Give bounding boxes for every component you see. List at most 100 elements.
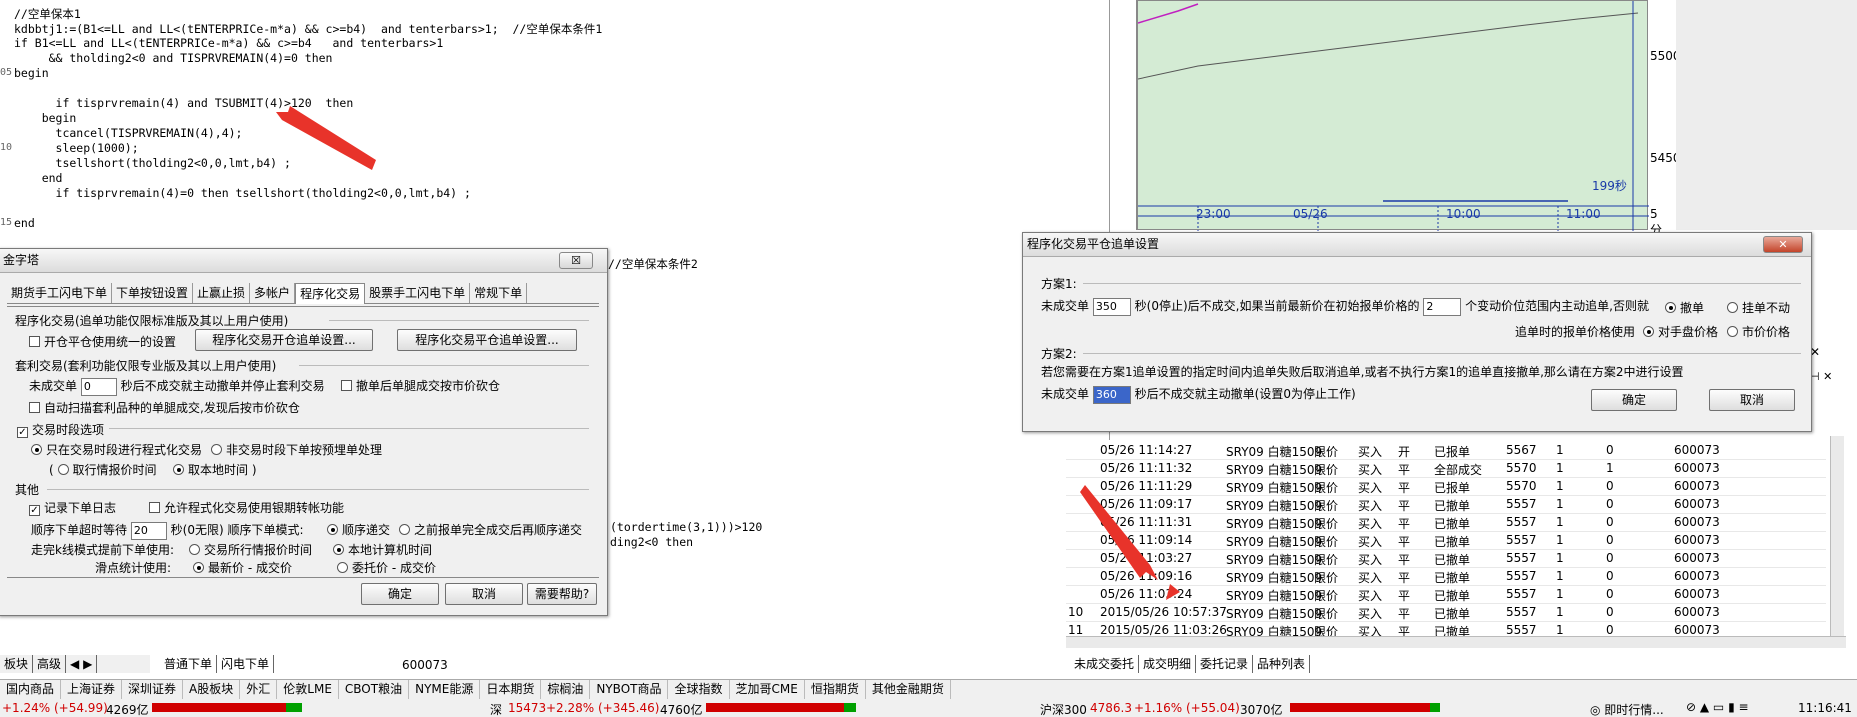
table-row[interactable]: 05/26 11:14:27 SRY09 白糖1509 限价 买入 开 已报单 5567 1 0… (1066, 442, 1826, 460)
cancel-button[interactable]: 取消 (445, 583, 523, 605)
open-chase-settings-button[interactable]: 程序化交易开仓追单设置... (195, 329, 373, 351)
market-tab[interactable]: 棕榈油 (541, 680, 591, 699)
table-row[interactable]: 05/26 11:11:29 SRY09 白糖1509 限价 买入 平 已报单 5570 1 0… (1066, 478, 1826, 496)
plan2-seconds-input[interactable]: 360 (1092, 385, 1131, 404)
order-minus-fill-radio[interactable]: 委托价 - 成交价 (337, 559, 436, 576)
settings-tab[interactable]: 程序化交易 (295, 283, 366, 304)
table-row[interactable]: 05/26 11:09:14 SRY09 白糖1509 限价 买入 平 已撤单 5557 1 0… (1066, 532, 1826, 550)
close-button[interactable]: ☒ (559, 252, 593, 269)
table-row[interactable]: 05/26 11:03:27 SRY09 白糖1509 限价 买入 平 已撤单 5557 1 0… (1066, 550, 1826, 568)
code-line[interactable]: end (14, 171, 63, 185)
ok-button[interactable]: 确定 (361, 583, 439, 605)
code-line[interactable]: end (14, 216, 35, 230)
cell-time: 05/26 11:11:31 (1100, 515, 1193, 529)
table-vertical-scrollbar[interactable] (1830, 436, 1844, 636)
market-tab[interactable]: NYBOT商品 (590, 680, 669, 699)
plan1-ticks-input[interactable]: 2 (1423, 297, 1462, 316)
close-chase-dialog: 程序化交易平仓追单设置 ✕ 方案1: 未成交单 350 秒(0停止)后不成交,如… (1022, 232, 1812, 432)
tab-sector[interactable]: 板块 (0, 655, 34, 673)
market-tab[interactable]: 伦敦LME (277, 680, 339, 699)
code-line[interactable]: if B1<=LL and LL<(tENTERPRICe-m*a) && c>… (14, 36, 443, 50)
market-tab[interactable]: NYME能源 (409, 680, 481, 699)
tab-flash-order[interactable]: 闪电下单 (217, 655, 275, 673)
non-session-radio[interactable]: 非交易时段下单按预埋单处理 (211, 441, 382, 458)
after-fill-submit-radio[interactable]: 之前报单完全成交后再顺序递交 (399, 521, 582, 538)
code-line[interactable]: if tisprvremain(4)=0 then tsellshort(tho… (14, 186, 471, 200)
single-leg-cut-checkbox[interactable]: 撤单后单腿成交按市价砍仓 (341, 377, 500, 394)
market-tab[interactable]: 其他金融期货 (866, 680, 951, 699)
code-line[interactable]: begin (14, 66, 49, 80)
session-only-radio[interactable]: 只在交易时段进行程式化交易 (31, 441, 202, 458)
bank-transfer-checkbox[interactable]: 允许程式化交易使用银期转帐功能 (149, 499, 344, 516)
market-tab[interactable]: 上海证券 (61, 680, 123, 699)
market-tab[interactable]: A股板块 (183, 680, 241, 699)
plan1-seconds-input[interactable]: 350 (1092, 297, 1131, 316)
code-line[interactable]: tcancel(TISPRVREMAIN(4),4); (14, 126, 243, 140)
table-row[interactable]: 05/26 11:03:24 SRY09 白糖1509 限价 买入 平 已撤单 5557 1 0… (1066, 586, 1826, 604)
code-line[interactable]: begin (14, 111, 77, 125)
market-tab[interactable]: 芝加哥CME (730, 680, 805, 699)
timeout-input[interactable]: 20 (130, 521, 167, 540)
table-row[interactable]: 05/26 11:11:31 SRY09 白糖1509 限价 买入 平 已撤单 5557 1 0… (1066, 514, 1826, 532)
table-row[interactable]: 10 2015/05/26 10:57:37 SRY09 白糖1509 限价 买入平已撤… (1066, 604, 1826, 622)
tab-advanced[interactable]: 高级 (33, 655, 67, 673)
settings-tab[interactable]: 常规下单 (470, 283, 528, 303)
last-minus-fill-radio[interactable]: 最新价 - 成交价 (193, 559, 292, 576)
code-line[interactable]: sleep(1000); (14, 141, 139, 155)
table-horizontal-scrollbar[interactable] (1066, 636, 1846, 648)
code-line[interactable]: if tisprvremain(4) and TSUBMIT(4)>120 th… (14, 96, 354, 110)
code-line[interactable]: kdbbtj1:=(B1<=LL and LL<(tENTERPRICe-m*a… (14, 21, 602, 37)
code-line[interactable]: //空单保本1 (14, 6, 81, 22)
code-line[interactable]: tsellshort(tholding2<0,0,lmt,b4) ; (14, 156, 291, 170)
close-chase-settings-button[interactable]: 程序化交易平仓追单设置... (397, 329, 577, 351)
settings-tab[interactable]: 期货手工闪电下单 (7, 283, 113, 303)
settings-tab[interactable]: 多帐户 (250, 283, 296, 303)
order-view-tab[interactable]: 委托记录 (1196, 655, 1254, 673)
market-tab[interactable]: 国内商品 (0, 680, 62, 699)
order-view-tab[interactable]: 成交明细 (1139, 655, 1197, 673)
table-row[interactable]: 05/26 11:11:32 SRY09 白糖1509 限价 买入 平 全部成交 5570 1… (1066, 460, 1826, 478)
price-chart[interactable]: 5500 5450 23:00 05/26 10:00 11:00 199秒 5… (1136, 0, 1681, 237)
local-computer-time-radio[interactable]: 本地计算机时间 (333, 541, 432, 558)
code-fragment[interactable]: (tordertime(3,1)))>120 (610, 520, 762, 534)
trading-session-checkbox[interactable]: ✓ 交易时段选项 (17, 421, 104, 438)
quote-time-radio[interactable]: ( 取行情报价时间 (49, 461, 157, 478)
cancel-button[interactable]: 取消 (1709, 389, 1795, 411)
settings-tab[interactable]: 止赢止损 (193, 283, 251, 303)
settings-tab[interactable]: 股票手工闪电下单 (365, 283, 471, 303)
code-fragment[interactable]: ding2<0 then (610, 535, 693, 549)
tab-normal-order[interactable]: 普通下单 (160, 655, 218, 673)
unified-setting-checkbox[interactable]: 开仓平仓使用统一的设置 (29, 333, 176, 350)
close-button[interactable]: ✕ (1763, 236, 1803, 253)
exchange-time-radio[interactable]: 交易所行情报价时间 (189, 541, 312, 558)
table-row[interactable]: 05/26 11:09:16 SRY09 白糖1509 限价 买入 平 已撤单 5557 1 0… (1066, 568, 1826, 586)
cancel-order-radio[interactable]: 撤单 (1665, 299, 1704, 316)
market-tab[interactable]: 深圳证券 (122, 680, 184, 699)
market-tab[interactable]: 日本期货 (480, 680, 542, 699)
cell-time: 05/26 11:09:14 (1100, 533, 1193, 547)
local-time-radio[interactable]: 取本地时间 ) (173, 461, 257, 478)
counter-price-radio[interactable]: 对手盘价格 (1643, 323, 1718, 340)
auto-scan-checkbox[interactable]: 自动扫描套利品种的单腿成交,发现后按市价砍仓 (29, 399, 300, 416)
pin-icon[interactable]: ⊣ ✕ (1810, 370, 1832, 383)
arb-seconds-input[interactable]: 0 (80, 377, 117, 396)
tray-icons[interactable]: ⊘ ▲ ▭ ▮ ≡ (1686, 700, 1749, 714)
ok-button[interactable]: 确定 (1591, 389, 1677, 411)
code-line[interactable]: && tholding2<0 and TISPRVREMAIN(4)=0 the… (14, 51, 333, 65)
log-orders-checkbox[interactable]: ✓ 记录下单日志 (29, 499, 116, 516)
settings-tab[interactable]: 下单按钮设置 (112, 283, 194, 303)
order-view-tab[interactable]: 未成交委托 (1070, 655, 1140, 673)
table-row[interactable]: 05/26 11:09:17 SRY09 白糖1509 限价 买入 平 已撤单 5557 1 0… (1066, 496, 1826, 514)
code-fragment[interactable]: //空单保本条件2 (608, 256, 698, 272)
tab-scroll-arrows[interactable]: ◀ ▶ (66, 655, 98, 673)
help-button[interactable]: 需要帮助? (527, 583, 597, 605)
market-tab[interactable]: 恒指期货 (805, 680, 866, 699)
realtime-quote-link[interactable]: ◎ 即时行情... (1590, 701, 1664, 717)
order-view-tab[interactable]: 品种列表 (1253, 655, 1311, 673)
sequential-submit-radio[interactable]: 顺序递交 (327, 521, 390, 538)
market-price-radio[interactable]: 市价价格 (1727, 323, 1790, 340)
market-tab[interactable]: 外汇 (240, 680, 278, 699)
market-tab[interactable]: CBOT粮油 (339, 680, 410, 699)
keep-order-radio[interactable]: 挂单不动 (1727, 299, 1790, 316)
market-tab[interactable]: 全球指数 (668, 680, 730, 699)
